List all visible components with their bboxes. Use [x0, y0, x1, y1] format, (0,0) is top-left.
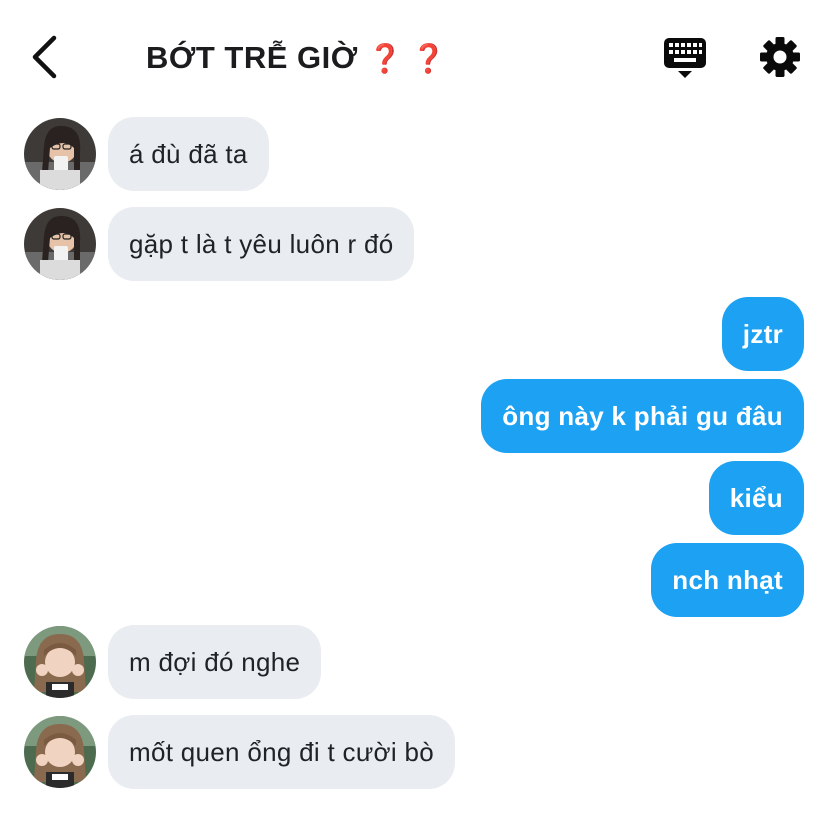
avatar[interactable] [24, 118, 96, 190]
gear-icon [760, 37, 800, 77]
keyboard-button[interactable] [662, 36, 708, 80]
avatar-photo [24, 626, 96, 698]
incoming-message[interactable]: gặp t là t yêu luôn r đó [108, 207, 415, 281]
back-button[interactable] [26, 34, 62, 80]
settings-button[interactable] [758, 35, 802, 79]
outgoing-message[interactable]: jztr [721, 297, 804, 371]
avatar-photo [24, 716, 96, 788]
avatar[interactable] [24, 626, 96, 698]
chevron-left-icon [32, 35, 57, 79]
avatar-photo [24, 208, 96, 280]
keyboard-icon [664, 38, 706, 78]
outgoing-message[interactable]: ông này k phải gu đâu [481, 379, 804, 453]
incoming-message[interactable]: mốt quen ổng đi t cười bò [108, 715, 456, 789]
avatar[interactable] [24, 208, 96, 280]
outgoing-message[interactable]: kiểu [708, 461, 804, 535]
outgoing-message[interactable]: nch nhạt [651, 543, 804, 617]
avatar[interactable] [24, 716, 96, 788]
incoming-message[interactable]: m đợi đó nghe [108, 625, 322, 699]
title-question-marks: ❓ ❓ [367, 43, 447, 74]
chat-header: BỚT TRỄ GIỜ ❓ ❓ [0, 0, 828, 110]
avatar-photo [24, 118, 96, 190]
incoming-message[interactable]: á đù đã ta [108, 117, 269, 191]
title-text: BỚT TRỄ GIỜ [146, 40, 358, 75]
conversation-title: BỚT TRỄ GIỜ ❓ ❓ [146, 38, 447, 79]
